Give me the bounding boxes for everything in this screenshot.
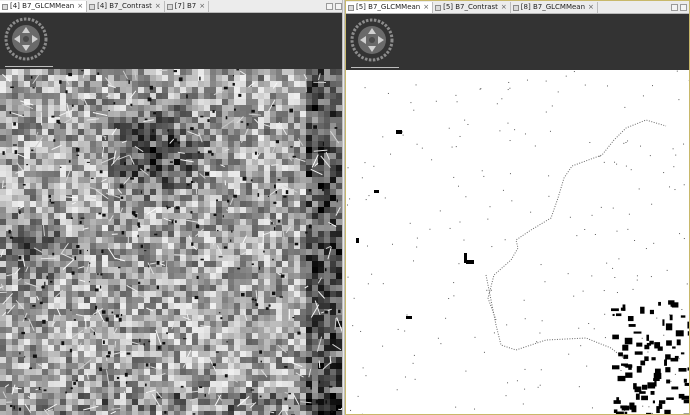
close-icon[interactable]: ×	[77, 1, 83, 12]
image-tab-icon	[348, 4, 354, 11]
right-window-buttons	[669, 2, 689, 13]
tab-label: [7] B7	[174, 2, 197, 10]
navigation-compass-icon[interactable]	[4, 17, 48, 61]
left-image-view: [4] B7_GLCMMean × [4] B7_Contrast × [7] …	[0, 0, 344, 415]
left-tab-b7-glcmmean[interactable]: [4] B7_GLCMMean ×	[0, 1, 88, 12]
scale-bar	[5, 66, 53, 67]
image-tab-icon	[2, 3, 8, 10]
maximize-icon[interactable]	[335, 3, 342, 10]
tab-label: [8] B7_GLCMMean	[520, 3, 586, 11]
image-tab-icon	[89, 3, 96, 10]
left-tab-b7-contrast[interactable]: [4] B7_Contrast ×	[87, 1, 165, 12]
close-icon[interactable]: ×	[501, 2, 507, 13]
image-tab-icon	[166, 3, 173, 10]
left-tab-bar: [4] B7_GLCMMean × [4] B7_Contrast × [7] …	[0, 0, 344, 13]
maximize-icon[interactable]	[680, 4, 687, 11]
right-tab-b7-glcmmean-8[interactable]: [8] B7_GLCMMean ×	[511, 2, 598, 13]
close-icon[interactable]: ×	[423, 2, 429, 13]
close-icon[interactable]: ×	[155, 1, 161, 12]
right-tab-b7-contrast[interactable]: [5] B7_Contrast ×	[433, 2, 511, 13]
close-icon[interactable]: ×	[588, 2, 594, 13]
minimize-icon[interactable]	[326, 3, 333, 10]
right-navigation-panel	[346, 14, 689, 70]
tab-label: [5] B7_Contrast	[443, 3, 498, 11]
left-window-buttons	[324, 1, 344, 12]
navigation-compass-icon[interactable]	[350, 18, 394, 62]
right-tab-b7-glcmmean[interactable]: [5] B7_GLCMMean ×	[346, 2, 434, 13]
glcm-mean-raster	[0, 69, 342, 415]
thresholded-raster	[346, 70, 689, 414]
tab-label: [5] B7_GLCMMean	[356, 3, 421, 11]
image-tab-icon	[435, 4, 442, 11]
left-navigation-panel	[0, 13, 344, 69]
right-raster-image[interactable]	[346, 70, 689, 414]
close-icon[interactable]: ×	[199, 1, 205, 12]
scale-bar	[351, 67, 399, 68]
tab-label: [4] B7_Contrast	[97, 2, 152, 10]
image-tab-icon	[512, 4, 519, 11]
minimize-icon[interactable]	[671, 4, 678, 11]
left-raster-image[interactable]	[0, 69, 344, 415]
left-tab-b7[interactable]: [7] B7 ×	[165, 1, 210, 12]
tab-label: [4] B7_GLCMMean	[10, 2, 75, 10]
right-image-view: [5] B7_GLCMMean × [5] B7_Contrast × [8] …	[345, 0, 690, 415]
right-view-canvas[interactable]	[346, 14, 689, 414]
left-view-canvas[interactable]	[0, 13, 344, 415]
right-tab-bar: [5] B7_GLCMMean × [5] B7_Contrast × [8] …	[346, 1, 689, 14]
